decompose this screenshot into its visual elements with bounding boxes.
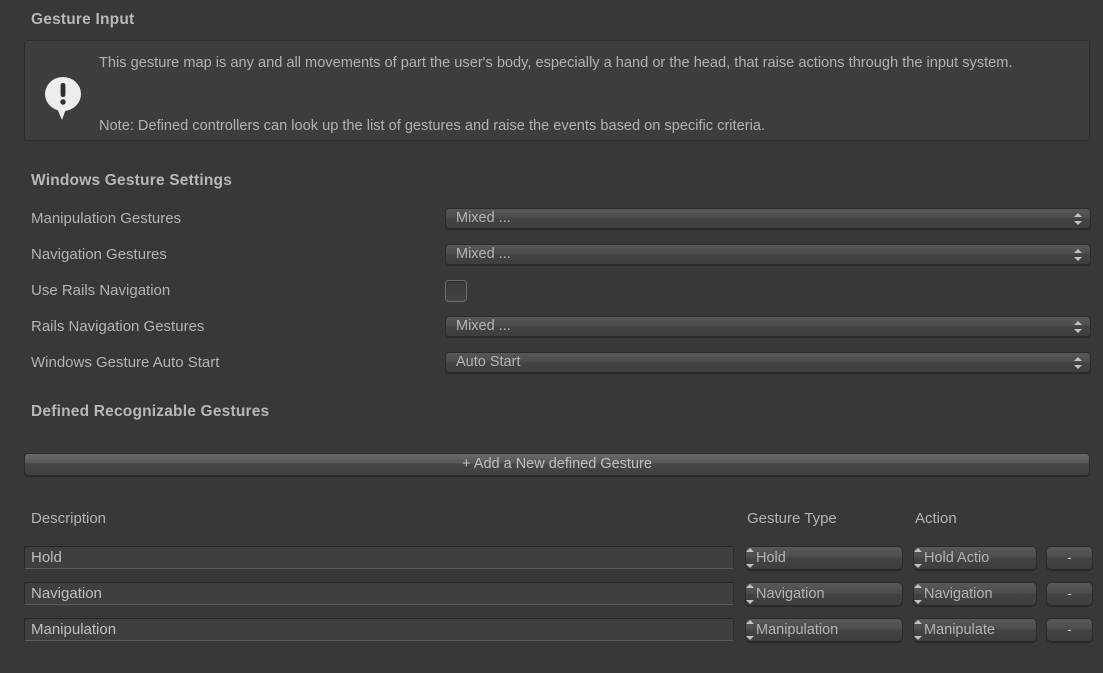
label-windows-gesture-auto-start: Windows Gesture Auto Start bbox=[31, 354, 219, 371]
chevron-updown-icon bbox=[1074, 320, 1083, 334]
page-title: Gesture Input bbox=[31, 11, 134, 29]
field-row-rails-navigation-gestures: Rails Navigation Gestures Mixed ... bbox=[31, 316, 1091, 342]
chevron-updown-icon bbox=[1074, 356, 1083, 370]
info-speech-bubble-icon bbox=[38, 72, 88, 122]
column-header-description: Description bbox=[31, 510, 106, 527]
action-value: Hold Actio bbox=[924, 550, 989, 566]
windows-gesture-settings-header: Windows Gesture Settings bbox=[31, 172, 232, 190]
label-rails-navigation-gestures: Rails Navigation Gestures bbox=[31, 318, 204, 335]
chevron-updown-icon bbox=[1074, 248, 1083, 262]
table-row: Hold Hold Hold Actio - bbox=[0, 546, 1103, 574]
action-value: Manipulate bbox=[924, 622, 995, 638]
table-row: Navigation Navigation Navigation - bbox=[0, 582, 1103, 610]
dropdown-value-manipulation-gestures: Mixed ... bbox=[456, 210, 511, 226]
gesture-type-dropdown[interactable]: Manipulation bbox=[745, 618, 903, 642]
action-dropdown[interactable]: Navigation bbox=[913, 582, 1037, 606]
dropdown-windows-gesture-auto-start[interactable]: Auto Start bbox=[445, 352, 1091, 373]
description-input[interactable]: Manipulation bbox=[24, 618, 734, 641]
dropdown-value-navigation-gestures: Mixed ... bbox=[456, 246, 511, 262]
gesture-type-dropdown[interactable]: Hold bbox=[745, 546, 903, 570]
field-row-windows-gesture-auto-start: Windows Gesture Auto Start Auto Start bbox=[31, 352, 1091, 378]
column-header-gesture-type: Gesture Type bbox=[747, 510, 837, 527]
dropdown-navigation-gestures[interactable]: Mixed ... bbox=[445, 244, 1091, 265]
dropdown-rails-navigation-gestures[interactable]: Mixed ... bbox=[445, 316, 1091, 337]
defined-gestures-header: Defined Recognizable Gestures bbox=[31, 403, 269, 421]
action-value: Navigation bbox=[924, 586, 993, 602]
remove-gesture-button[interactable]: - bbox=[1046, 546, 1093, 570]
help-text-note: Note: Defined controllers can look up th… bbox=[99, 116, 1084, 137]
dropdown-value-rails-navigation-gestures: Mixed ... bbox=[456, 318, 511, 334]
field-row-use-rails-navigation: Use Rails Navigation bbox=[31, 280, 1091, 306]
label-navigation-gestures: Navigation Gestures bbox=[31, 246, 167, 263]
remove-gesture-button[interactable]: - bbox=[1046, 618, 1093, 642]
field-row-manipulation-gestures: Manipulation Gestures Mixed ... bbox=[31, 208, 1091, 234]
add-new-defined-gesture-button[interactable]: + Add a New defined Gesture bbox=[24, 453, 1090, 476]
label-manipulation-gestures: Manipulation Gestures bbox=[31, 210, 181, 227]
dropdown-manipulation-gestures[interactable]: Mixed ... bbox=[445, 208, 1091, 229]
gesture-type-value: Manipulation bbox=[756, 622, 838, 638]
remove-gesture-button[interactable]: - bbox=[1046, 582, 1093, 606]
description-input[interactable]: Hold bbox=[24, 546, 734, 569]
chevron-updown-icon bbox=[1074, 212, 1083, 226]
gesture-type-dropdown[interactable]: Navigation bbox=[745, 582, 903, 606]
help-text-primary: This gesture map is any and all movement… bbox=[99, 53, 1084, 74]
field-row-navigation-gestures: Navigation Gestures Mixed ... bbox=[31, 244, 1091, 270]
action-dropdown[interactable]: Manipulate bbox=[913, 618, 1037, 642]
table-row: Manipulation Manipulation Manipulate - bbox=[0, 618, 1103, 646]
checkbox-use-rails-navigation[interactable] bbox=[445, 280, 467, 302]
gesture-type-value: Hold bbox=[756, 550, 786, 566]
column-header-action: Action bbox=[915, 510, 957, 527]
gesture-type-value: Navigation bbox=[756, 586, 825, 602]
action-dropdown[interactable]: Hold Actio bbox=[913, 546, 1037, 570]
label-use-rails-navigation: Use Rails Navigation bbox=[31, 282, 170, 299]
dropdown-value-windows-gesture-auto-start: Auto Start bbox=[456, 354, 520, 370]
description-input[interactable]: Navigation bbox=[24, 582, 734, 605]
